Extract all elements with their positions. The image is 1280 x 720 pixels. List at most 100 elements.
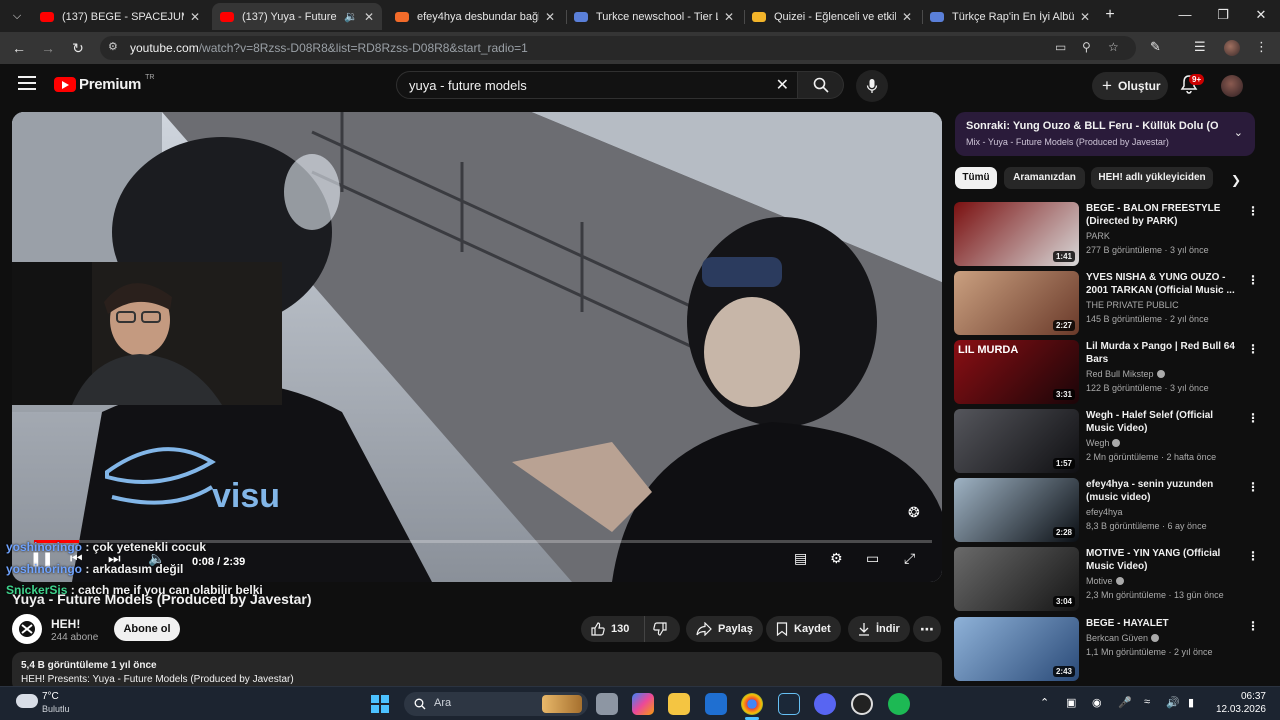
- browser-tab-5[interactable]: Türkçe Rap'in En İyi Albüm ✕: [922, 3, 1098, 30]
- copilot-icon[interactable]: [632, 693, 654, 715]
- channel-name[interactable]: HEH!: [51, 617, 80, 631]
- new-tab-button[interactable]: +: [1100, 4, 1120, 26]
- youtube-logo[interactable]: Premium TR: [54, 74, 154, 93]
- extensions-icon[interactable]: ✎: [1150, 39, 1161, 55]
- wifi-icon[interactable]: ≈: [1144, 696, 1150, 708]
- task-view-icon[interactable]: [596, 693, 618, 715]
- profile-avatar[interactable]: [1224, 40, 1240, 56]
- chevron-right-icon[interactable]: ❯: [1231, 173, 1241, 187]
- browser-tab-4[interactable]: Quizei - Eğlenceli ve etkile ✕: [744, 3, 920, 30]
- recommended-video[interactable]: 2:43 BEGE - HAYALET Berkcan Güven 1,1 Mn gö…: [954, 617, 1264, 681]
- recommended-video-title[interactable]: BEGE - BALON FREESTYLE (Directed by PARK…: [1086, 202, 1244, 228]
- browser-menu-icon[interactable]: ⋮: [1255, 39, 1268, 55]
- audio-playing-icon[interactable]: 🔉: [344, 10, 358, 23]
- recommended-video-channel[interactable]: Red Bull Mikstep: [1086, 369, 1165, 379]
- obs-icon[interactable]: [851, 693, 873, 715]
- like-button[interactable]: 130: [581, 616, 645, 642]
- tray-overflow-chevron-icon[interactable]: ⌃: [1040, 696, 1049, 709]
- create-button[interactable]: + Oluştur: [1092, 72, 1168, 100]
- restore-icon[interactable]: ❐: [1204, 0, 1242, 32]
- tab-search-chevron-icon[interactable]: ⌵: [6, 5, 28, 27]
- window-close-icon[interactable]: ✕: [1242, 0, 1280, 32]
- dislike-button[interactable]: [645, 616, 680, 642]
- more-options-icon[interactable]: ⋮: [1247, 619, 1259, 633]
- tab-close-icon[interactable]: ✕: [545, 10, 555, 24]
- recommended-video-channel[interactable]: PARK: [1086, 231, 1110, 241]
- search-button[interactable]: [798, 71, 844, 99]
- browser-tab-0[interactable]: (137) BEGE - SPACEJUMP ( ✕: [32, 3, 208, 30]
- more-options-icon[interactable]: ⋮: [1247, 342, 1259, 356]
- recommended-video-channel[interactable]: efey4hya: [1086, 507, 1123, 517]
- recommended-video[interactable]: 2:27 YVES NISHA & YUNG OUZO - 2001 TARKAN…: [954, 271, 1264, 335]
- more-options-icon[interactable]: ⋮: [1247, 549, 1259, 563]
- clear-search-icon[interactable]: ✕: [776, 75, 789, 95]
- recommended-video-title[interactable]: MOTIVE - YIN YANG (Official Music Video): [1086, 547, 1244, 573]
- recommended-video-channel[interactable]: Berkcan Güven: [1086, 633, 1160, 643]
- file-explorer-icon[interactable]: [668, 693, 690, 715]
- browser-tab-3[interactable]: Turkce newschool - Tier Li ✕: [566, 3, 742, 30]
- recommended-video-title[interactable]: Lil Murda x Pango | Red Bull 64 Bars: [1086, 340, 1244, 366]
- tray-app-icon[interactable]: ▣: [1066, 696, 1076, 709]
- chip-from-search[interactable]: Aramanızdan: [1004, 167, 1085, 189]
- chip-all[interactable]: Tümü: [955, 167, 997, 189]
- download-button[interactable]: İndir: [848, 616, 910, 642]
- more-options-icon[interactable]: ⋮: [1247, 480, 1259, 494]
- more-options-icon[interactable]: ⋮: [1247, 273, 1259, 287]
- fullscreen-icon[interactable]: ⤢: [904, 550, 915, 567]
- recommended-video-title[interactable]: BEGE - HAYALET: [1086, 617, 1244, 630]
- recommended-video-channel[interactable]: Wegh: [1086, 438, 1121, 448]
- channel-watermark-icon[interactable]: ❂: [908, 504, 920, 521]
- tab-close-icon[interactable]: ✕: [364, 10, 374, 24]
- more-options-icon[interactable]: ⋮: [1247, 411, 1259, 425]
- tab-close-icon[interactable]: ✕: [1080, 10, 1090, 24]
- video-thumbnail[interactable]: LIL MURDA 3:31: [954, 340, 1079, 404]
- browser-tab-2[interactable]: efey4hya desbundar bağla ✕: [387, 3, 563, 30]
- up-next-playlist-card[interactable]: Sonraki: Yung Ouzo & BLL Feru - Küllük D…: [955, 112, 1255, 156]
- recommended-video[interactable]: 3:04 MOTIVE - YIN YANG (Official Music Vi…: [954, 547, 1264, 611]
- video-thumbnail[interactable]: 1:57: [954, 409, 1079, 473]
- recommended-video[interactable]: 1:41 BEGE - BALON FREESTYLE (Directed by …: [954, 202, 1264, 266]
- settings-gear-icon[interactable]: ⚙: [830, 550, 843, 567]
- url-text[interactable]: youtube.com/watch?v=8Rzss-D08R8&list=RD8…: [130, 41, 528, 55]
- zoom-icon[interactable]: ⚲: [1082, 40, 1091, 54]
- tab-close-icon[interactable]: ✕: [190, 10, 200, 24]
- theater-mode-icon[interactable]: ▭: [866, 550, 879, 567]
- browser-tab-1[interactable]: (137) Yuya - Future Mo 🔉 ✕: [212, 3, 382, 30]
- system-clock[interactable]: 06:37 12.03.2026: [1206, 690, 1266, 716]
- back-arrow-icon[interactable]: ←: [8, 37, 30, 59]
- reload-icon[interactable]: ↻: [67, 37, 89, 59]
- chip-from-uploader[interactable]: HEH! adlı yükleyiciden: [1091, 167, 1213, 189]
- recommended-video-title[interactable]: Wegh - Halef Selef (Official Music Video…: [1086, 409, 1244, 435]
- bookmark-star-icon[interactable]: ☆: [1108, 40, 1119, 54]
- discord-icon[interactable]: [814, 693, 836, 715]
- chevron-down-icon[interactable]: ⌄: [1234, 126, 1243, 139]
- video-thumbnail[interactable]: 2:28: [954, 478, 1079, 542]
- speaker-icon[interactable]: 🔊: [1166, 696, 1180, 709]
- recommended-video[interactable]: 1:57 Wegh - Halef Selef (Official Music V…: [954, 409, 1264, 473]
- tab-close-icon[interactable]: ✕: [724, 10, 734, 24]
- account-avatar[interactable]: [1221, 75, 1243, 97]
- spotify-icon[interactable]: [888, 693, 910, 715]
- recommended-video-channel[interactable]: THE PRIVATE PUBLIC: [1086, 300, 1179, 310]
- windows-start-icon[interactable]: [371, 695, 389, 713]
- channel-avatar[interactable]: [12, 614, 42, 644]
- install-app-icon[interactable]: ▭: [1055, 40, 1066, 54]
- menu-icon[interactable]: [18, 76, 36, 90]
- cloud-weather-icon[interactable]: [16, 694, 38, 708]
- tab-close-icon[interactable]: ✕: [902, 10, 912, 24]
- subtitles-icon[interactable]: ▤: [794, 550, 807, 567]
- battery-icon[interactable]: ▮: [1188, 696, 1194, 709]
- steam-icon[interactable]: [778, 693, 800, 715]
- subscribe-button[interactable]: Abone ol: [114, 617, 180, 641]
- recommended-video[interactable]: LIL MURDA 3:31 Lil Murda x Pango | Red Bul…: [954, 340, 1264, 404]
- recommended-video-title[interactable]: efey4hya - senin yuzunden (music video): [1086, 478, 1244, 504]
- forward-arrow-icon[interactable]: →: [37, 37, 59, 59]
- voice-search-button[interactable]: [856, 70, 888, 102]
- save-button[interactable]: Kaydet: [766, 616, 841, 642]
- recommended-video-channel[interactable]: Motive: [1086, 576, 1124, 586]
- minimize-icon[interactable]: —: [1166, 0, 1204, 32]
- chrome-icon[interactable]: [741, 693, 763, 715]
- recommended-video[interactable]: 2:28 efey4hya - senin yuzunden (music vid…: [954, 478, 1264, 542]
- video-thumbnail[interactable]: 2:27: [954, 271, 1079, 335]
- video-thumbnail[interactable]: 2:43: [954, 617, 1079, 681]
